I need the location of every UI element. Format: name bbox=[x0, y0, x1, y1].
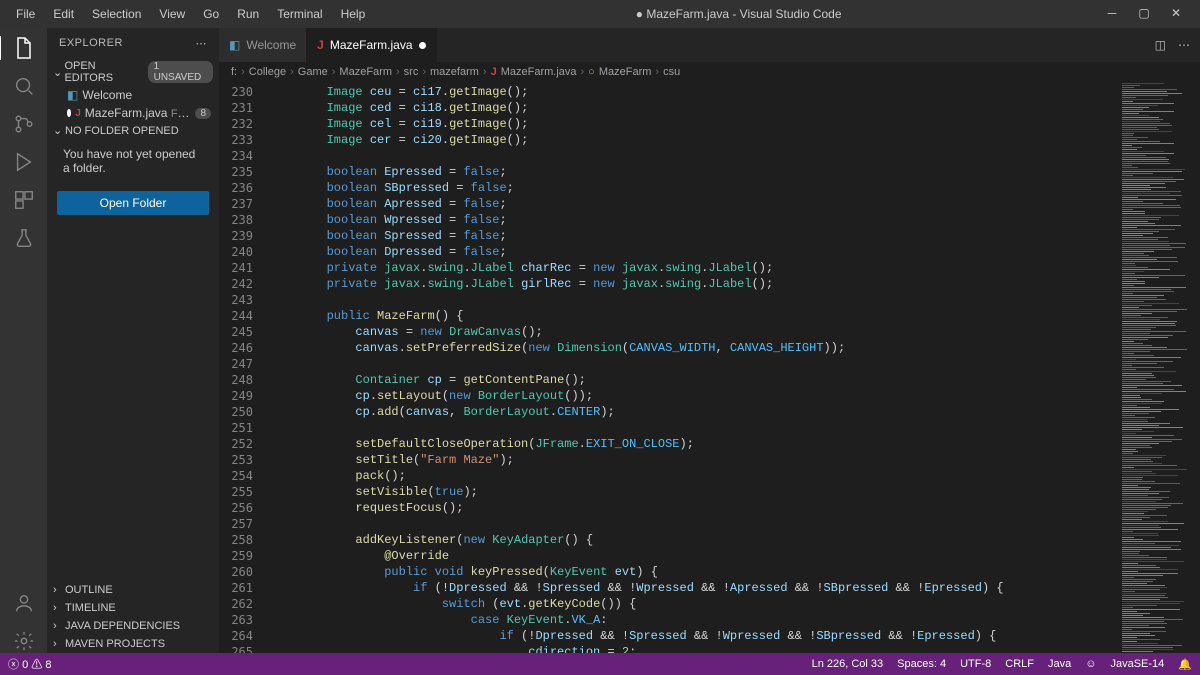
menu-run[interactable]: Run bbox=[229, 3, 267, 25]
open-editor-welcome[interactable]: ◧ Welcome bbox=[47, 86, 219, 104]
sidebar: EXPLORER ⋯ ⌄ OPEN EDITORS 1 UNSAVED ◧ We… bbox=[47, 28, 219, 653]
file-path: F:\College\Game\Maz... bbox=[171, 106, 192, 120]
maximize-button[interactable]: ▢ bbox=[1136, 6, 1152, 22]
activity-bar bbox=[0, 28, 47, 653]
welcome-label: Welcome bbox=[82, 88, 132, 102]
menu-terminal[interactable]: Terminal bbox=[269, 3, 330, 25]
tab-mazefarm[interactable]: JMazeFarm.java bbox=[307, 28, 436, 62]
account-icon[interactable] bbox=[12, 591, 36, 615]
maven-label: MAVEN PROJECTS bbox=[65, 638, 165, 650]
no-folder-message: You have not yet opened a folder. bbox=[47, 139, 219, 183]
status-language[interactable]: Java bbox=[1048, 658, 1071, 670]
close-button[interactable]: ✕ bbox=[1168, 6, 1184, 22]
explorer-icon[interactable] bbox=[0, 36, 46, 60]
window-controls: ─ ▢ ✕ bbox=[1104, 6, 1192, 22]
chevron-right-icon: › bbox=[53, 584, 65, 596]
menu-selection[interactable]: Selection bbox=[84, 3, 149, 25]
minimap[interactable] bbox=[1120, 82, 1200, 653]
tab-bar: ◧Welcome JMazeFarm.java ◫ ⋯ bbox=[219, 28, 1200, 62]
maven-section[interactable]: ›MAVEN PROJECTS bbox=[47, 635, 219, 653]
code-editor[interactable]: Image ceu = ci17.getImage(); Image ced =… bbox=[269, 82, 1120, 653]
menu-view[interactable]: View bbox=[151, 3, 193, 25]
test-icon[interactable] bbox=[12, 226, 36, 250]
status-spaces[interactable]: Spaces: 4 bbox=[897, 658, 946, 670]
status-feedback-icon[interactable]: ☺ bbox=[1085, 658, 1096, 670]
status-eol[interactable]: CRLF bbox=[1005, 658, 1034, 670]
no-folder-section[interactable]: ⌄ NO FOLDER OPENED bbox=[47, 122, 219, 139]
java-file-icon: J bbox=[75, 108, 81, 119]
more-icon[interactable]: ⋯ bbox=[196, 37, 208, 50]
breadcrumb-item[interactable]: MazeFarm bbox=[599, 66, 652, 78]
editor-area: ◧Welcome JMazeFarm.java ◫ ⋯ f:›College›G… bbox=[219, 28, 1200, 653]
status-encoding[interactable]: UTF-8 bbox=[960, 658, 991, 670]
extensions-icon[interactable] bbox=[12, 188, 36, 212]
breadcrumb-item[interactable]: csu bbox=[663, 66, 680, 78]
java-deps-section[interactable]: ›JAVA DEPENDENCIES bbox=[47, 617, 219, 635]
breadcrumb-item[interactable]: f: bbox=[231, 66, 237, 78]
menu-bar: FileEditSelectionViewGoRunTerminalHelp bbox=[8, 3, 373, 25]
open-editors-label: OPEN EDITORS bbox=[64, 60, 143, 84]
status-bar: ⓧ 0 ⚠ 8 Ln 226, Col 33 Spaces: 4 UTF-8 C… bbox=[0, 653, 1200, 675]
status-errors[interactable]: ⓧ 0 ⚠ 8 bbox=[8, 656, 51, 672]
file-error-badge: 8 bbox=[195, 108, 211, 119]
chevron-down-icon: ⌄ bbox=[53, 66, 64, 79]
chevron-right-icon: › bbox=[53, 602, 65, 614]
outline-label: OUTLINE bbox=[65, 584, 113, 596]
no-folder-label: NO FOLDER OPENED bbox=[65, 125, 179, 137]
breadcrumb-item[interactable]: src bbox=[404, 66, 419, 78]
title-bar: FileEditSelectionViewGoRunTerminalHelp ●… bbox=[0, 0, 1200, 28]
status-bell-icon[interactable]: 🔔 bbox=[1178, 658, 1192, 671]
open-editors-section[interactable]: ⌄ OPEN EDITORS 1 UNSAVED bbox=[47, 58, 219, 86]
tab-welcome[interactable]: ◧Welcome bbox=[219, 28, 307, 62]
modified-dot-icon bbox=[67, 109, 71, 117]
search-icon[interactable] bbox=[12, 74, 36, 98]
menu-file[interactable]: File bbox=[8, 3, 43, 25]
timeline-section[interactable]: ›TIMELINE bbox=[47, 599, 219, 617]
breadcrumb-item[interactable]: MazeFarm.java bbox=[501, 66, 577, 78]
modified-dot-icon bbox=[419, 42, 426, 49]
open-folder-button[interactable]: Open Folder bbox=[57, 191, 209, 215]
open-editor-file[interactable]: J MazeFarm.java F:\College\Game\Maz... 8 bbox=[47, 104, 219, 122]
line-gutter: 2302312322332342352362372382392402412422… bbox=[219, 82, 269, 653]
source-control-icon[interactable] bbox=[12, 112, 36, 136]
breadcrumb-item[interactable]: College bbox=[249, 66, 286, 78]
sidebar-header: EXPLORER ⋯ bbox=[47, 28, 219, 58]
unsaved-badge: 1 UNSAVED bbox=[148, 61, 213, 83]
run-debug-icon[interactable] bbox=[12, 150, 36, 174]
breadcrumb-item[interactable]: mazefarm bbox=[430, 66, 479, 78]
more-actions-icon[interactable]: ⋯ bbox=[1178, 38, 1190, 52]
menu-help[interactable]: Help bbox=[333, 3, 374, 25]
java-deps-label: JAVA DEPENDENCIES bbox=[65, 620, 180, 632]
breadcrumb-item[interactable]: MazeFarm bbox=[339, 66, 392, 78]
tab-label: Welcome bbox=[246, 38, 296, 52]
explorer-label: EXPLORER bbox=[59, 37, 123, 49]
breadcrumb-item[interactable]: Game bbox=[298, 66, 328, 78]
outline-section[interactable]: ›OUTLINE bbox=[47, 581, 219, 599]
status-jdk[interactable]: JavaSE-14 bbox=[1110, 658, 1164, 670]
chevron-right-icon: › bbox=[53, 620, 65, 632]
split-editor-icon[interactable]: ◫ bbox=[1155, 38, 1166, 52]
file-name: MazeFarm.java bbox=[85, 106, 168, 120]
chevron-right-icon: › bbox=[53, 638, 65, 650]
chevron-down-icon: ⌄ bbox=[53, 124, 65, 137]
status-lncol[interactable]: Ln 226, Col 33 bbox=[812, 658, 884, 670]
tab-label: MazeFarm.java bbox=[330, 38, 413, 52]
menu-edit[interactable]: Edit bbox=[45, 3, 82, 25]
timeline-label: TIMELINE bbox=[65, 602, 116, 614]
minimize-button[interactable]: ─ bbox=[1104, 6, 1120, 22]
menu-go[interactable]: Go bbox=[195, 3, 227, 25]
settings-icon[interactable] bbox=[12, 629, 36, 653]
window-title: ● MazeFarm.java - Visual Studio Code bbox=[373, 7, 1104, 21]
breadcrumb[interactable]: f:›College›Game›MazeFarm›src›mazefarm›J … bbox=[219, 62, 1200, 82]
